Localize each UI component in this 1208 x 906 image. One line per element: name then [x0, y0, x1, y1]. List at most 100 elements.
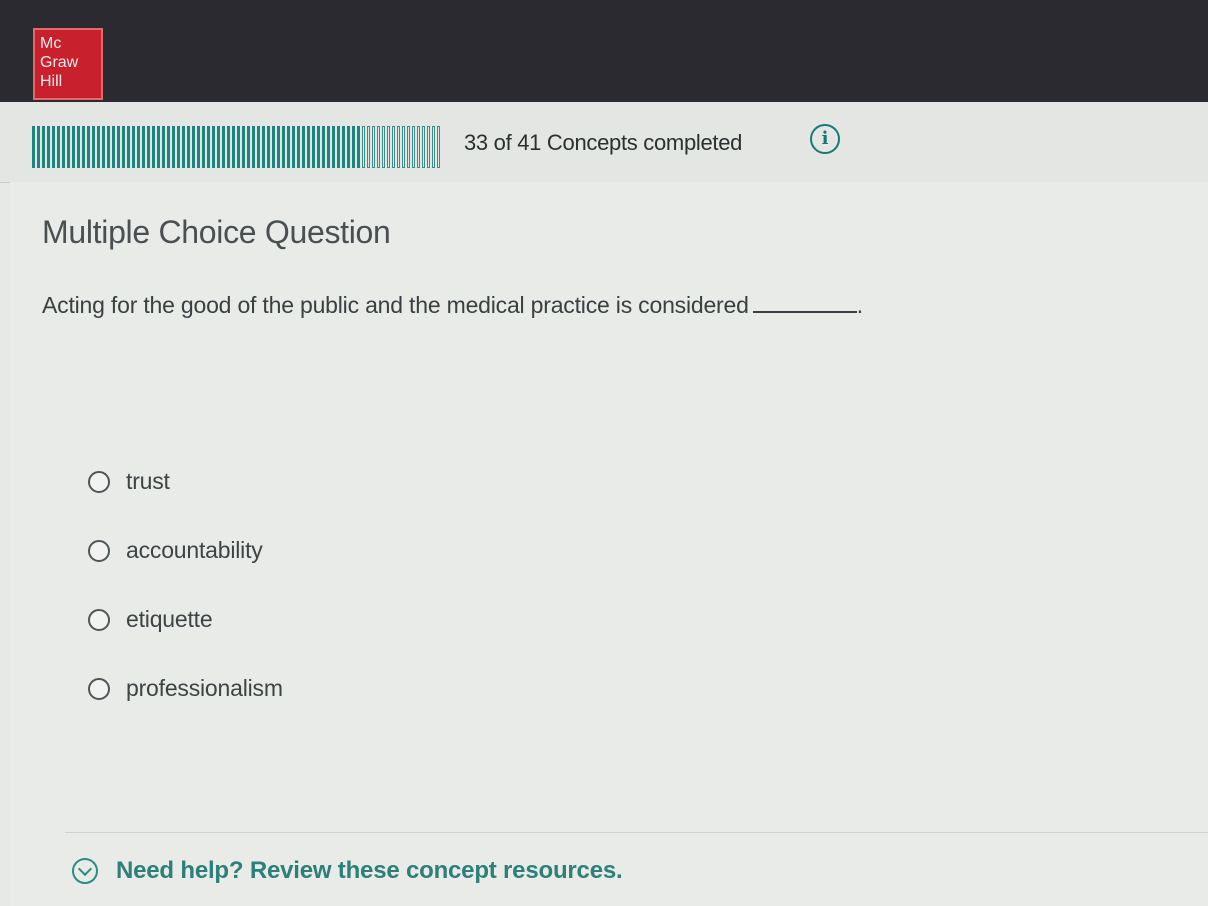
progress-tick-filled	[347, 126, 350, 168]
question-suffix: .	[856, 292, 863, 318]
progress-tick-filled	[317, 126, 320, 168]
progress-tick-empty	[407, 126, 410, 168]
progress-tick-filled	[107, 126, 110, 168]
progress-tick-empty	[392, 126, 395, 168]
progress-tick-empty	[402, 126, 405, 168]
option-label: professionalism	[126, 675, 283, 701]
progress-tick-filled	[137, 126, 140, 168]
answer-blank	[752, 310, 857, 313]
progress-tick-filled	[312, 126, 315, 168]
radio-button[interactable]	[88, 470, 110, 493]
progress-tick-filled	[52, 126, 55, 168]
progress-tick-empty	[377, 126, 380, 168]
option-label: accountability	[126, 537, 263, 563]
logo-line-2: Graw	[40, 54, 79, 71]
radio-button[interactable]	[88, 677, 110, 700]
progress-tick-filled	[132, 126, 135, 168]
progress-tick-filled	[147, 126, 150, 168]
progress-tick-filled	[92, 126, 95, 168]
progress-tick-filled	[242, 126, 245, 168]
progress-tick-empty	[382, 126, 385, 168]
option-etiquette[interactable]: etiquette	[88, 606, 213, 633]
progress-tick-filled	[357, 126, 360, 168]
progress-tick-filled	[232, 126, 235, 168]
progress-tick-filled	[42, 126, 45, 168]
progress-tick-filled	[327, 126, 330, 168]
page: Mc Graw Hill 33 of 41 Concepts completed…	[0, 0, 1208, 906]
progress-tick-filled	[262, 126, 265, 168]
progress-tick-filled	[302, 126, 305, 168]
progress-section: 33 of 41 Concepts completed i	[0, 102, 1208, 183]
progress-tick-filled	[32, 126, 35, 168]
progress-tick-empty	[437, 126, 440, 168]
progress-tick-filled	[192, 126, 195, 168]
concept-progress-bar	[32, 126, 440, 168]
progress-tick-filled	[117, 126, 120, 168]
progress-tick-filled	[237, 126, 240, 168]
option-label: etiquette	[126, 606, 213, 632]
option-trust[interactable]: trust	[88, 468, 170, 495]
progress-tick-empty	[397, 126, 400, 168]
progress-tick-empty	[412, 126, 415, 168]
progress-tick-filled	[202, 126, 205, 168]
progress-tick-filled	[337, 126, 340, 168]
option-label: trust	[126, 468, 170, 494]
progress-tick-filled	[87, 126, 90, 168]
progress-tick-filled	[157, 126, 160, 168]
option-professionalism[interactable]: professionalism	[88, 675, 283, 702]
progress-tick-filled	[207, 126, 210, 168]
radio-button[interactable]	[88, 608, 110, 631]
mcgraw-hill-logo: Mc Graw Hill	[33, 28, 103, 100]
progress-tick-empty	[422, 126, 425, 168]
progress-tick-filled	[177, 126, 180, 168]
section-divider	[65, 832, 1208, 833]
chevron-down-circle-icon[interactable]	[72, 858, 98, 884]
progress-tick-filled	[197, 126, 200, 168]
progress-tick-filled	[212, 126, 215, 168]
help-resources-link[interactable]: Need help? Review these concept resource…	[116, 857, 623, 885]
progress-tick-filled	[37, 126, 40, 168]
progress-tick-filled	[252, 126, 255, 168]
progress-tick-filled	[332, 126, 335, 168]
progress-tick-filled	[287, 126, 290, 168]
progress-tick-filled	[102, 126, 105, 168]
question-text: Acting for the good of the public and th…	[42, 292, 749, 318]
progress-tick-filled	[57, 126, 60, 168]
progress-tick-filled	[172, 126, 175, 168]
progress-tick-filled	[82, 126, 85, 168]
progress-tick-filled	[47, 126, 50, 168]
progress-tick-filled	[227, 126, 230, 168]
progress-tick-filled	[217, 126, 220, 168]
progress-tick-empty	[372, 126, 375, 168]
progress-tick-filled	[322, 126, 325, 168]
progress-tick-filled	[352, 126, 355, 168]
logo-line-1: Mc	[40, 35, 62, 52]
progress-tick-filled	[162, 126, 165, 168]
progress-tick-filled	[222, 126, 225, 168]
progress-tick-filled	[182, 126, 185, 168]
progress-tick-filled	[72, 126, 75, 168]
progress-tick-filled	[67, 126, 70, 168]
help-resources-toggle[interactable]: Need help? Review these concept resource…	[72, 857, 623, 885]
progress-tick-filled	[297, 126, 300, 168]
progress-tick-filled	[282, 126, 285, 168]
question-type-title: Multiple Choice Question	[42, 214, 391, 250]
question-prompt: Acting for the good of the public and th…	[42, 292, 863, 319]
progress-tick-filled	[127, 126, 130, 168]
progress-tick-empty	[362, 126, 365, 168]
progress-tick-empty	[387, 126, 390, 168]
progress-tick-filled	[307, 126, 310, 168]
radio-button[interactable]	[88, 539, 110, 562]
info-icon[interactable]: i	[810, 124, 840, 154]
progress-tick-empty	[432, 126, 435, 168]
progress-tick-filled	[152, 126, 155, 168]
option-accountability[interactable]: accountability	[88, 537, 263, 564]
progress-tick-filled	[247, 126, 250, 168]
progress-tick-filled	[277, 126, 280, 168]
progress-tick-empty	[367, 126, 370, 168]
progress-tick-filled	[122, 126, 125, 168]
progress-tick-empty	[427, 126, 430, 168]
logo-line-3: Hill	[40, 73, 63, 90]
progress-tick-filled	[62, 126, 65, 168]
top-header-bar: Mc Graw Hill	[0, 0, 1208, 102]
